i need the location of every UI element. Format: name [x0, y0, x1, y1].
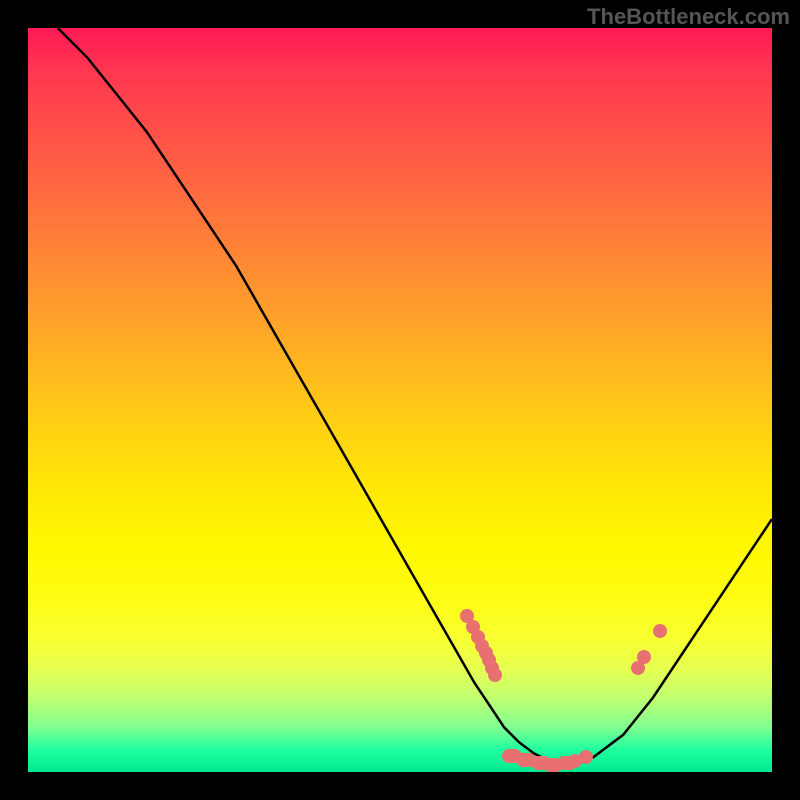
- chart-dot: [568, 754, 582, 768]
- chart-dot: [543, 758, 563, 772]
- chart-dot: [479, 646, 493, 660]
- chart-dot: [637, 650, 651, 664]
- chart-dot: [471, 630, 485, 644]
- chart-dot: [631, 661, 645, 675]
- chart-dot: [653, 624, 667, 638]
- chart-dot: [475, 639, 489, 653]
- chart-dot: [482, 653, 496, 667]
- chart-dot: [485, 661, 499, 675]
- chart-curve: [28, 28, 772, 772]
- chart-dot: [579, 750, 593, 764]
- watermark-text: TheBottleneck.com: [587, 4, 790, 30]
- chart-dot: [460, 609, 474, 623]
- chart-plot-area: [28, 28, 772, 772]
- chart-dot: [488, 668, 502, 682]
- chart-dot: [516, 753, 536, 767]
- chart-dot: [531, 756, 551, 770]
- chart-dot: [466, 620, 480, 634]
- chart-dot: [557, 756, 577, 770]
- chart-dot: [502, 749, 522, 763]
